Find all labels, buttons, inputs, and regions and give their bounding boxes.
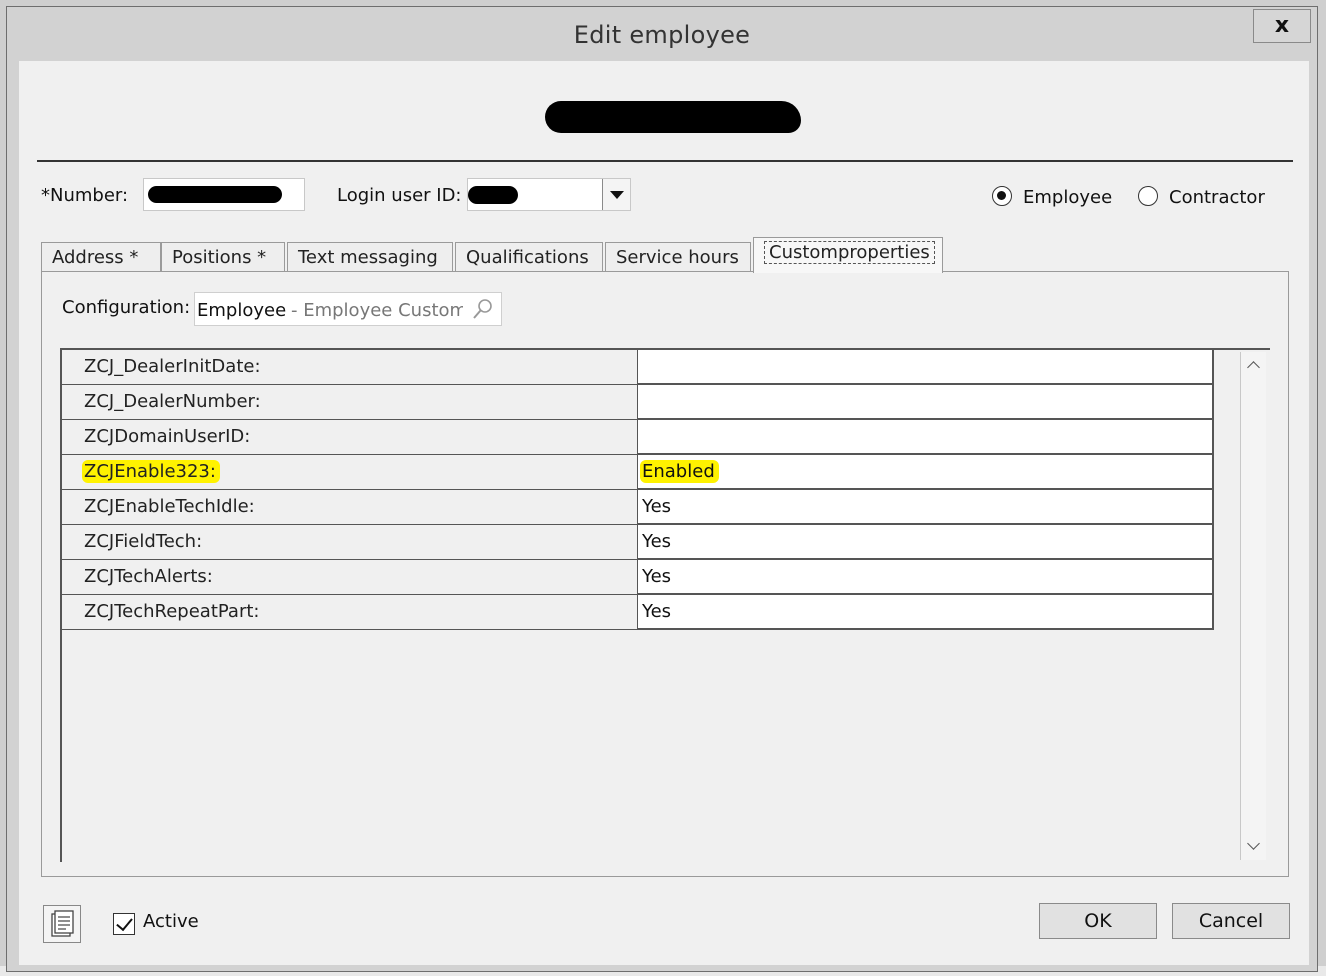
property-value[interactable] xyxy=(638,385,1214,420)
header-divider xyxy=(37,160,1293,162)
scroll-up-button[interactable] xyxy=(1241,354,1266,376)
dialog-client-area: *Number: Login user ID: Employee Contrac… xyxy=(19,61,1309,965)
property-name: ZCJTechRepeatPart: xyxy=(62,595,638,630)
dropdown-button[interactable] xyxy=(602,179,630,210)
redacted-login-id xyxy=(468,186,518,204)
property-name: ZCJTechAlerts: xyxy=(62,560,638,595)
cancel-button[interactable]: Cancel xyxy=(1172,903,1290,939)
table-row[interactable]: ZCJEnable323: Enabled xyxy=(62,455,1214,490)
ok-button[interactable]: OK xyxy=(1039,903,1157,939)
checkmark-icon xyxy=(116,913,133,932)
chevron-down-icon xyxy=(1247,837,1260,850)
employee-radio-label[interactable]: Employee xyxy=(1023,187,1112,208)
notes-button[interactable] xyxy=(43,905,81,943)
scroll-down-button[interactable] xyxy=(1241,836,1266,858)
property-value[interactable]: Yes xyxy=(638,490,1214,525)
active-checkbox[interactable] xyxy=(113,913,135,935)
tab-custom-properties[interactable]: Customproperties xyxy=(753,237,943,273)
chevron-up-icon xyxy=(1247,361,1260,374)
contractor-radio-label[interactable]: Contractor xyxy=(1169,187,1265,208)
tab-qualifications[interactable]: Qualifications xyxy=(455,242,603,272)
tab-custom-properties-label: Customproperties xyxy=(764,241,935,264)
configuration-value: Employee xyxy=(197,300,287,321)
tab-service-hours[interactable]: Service hours xyxy=(605,242,751,272)
redacted-number xyxy=(148,186,282,203)
configuration-field[interactable]: Employee - Employee Custom Pr xyxy=(194,292,502,326)
highlighted-property-value: Enabled xyxy=(640,460,719,483)
number-input[interactable] xyxy=(143,178,305,211)
document-icon xyxy=(51,910,74,937)
redacted-employee-name xyxy=(545,101,801,133)
table-row[interactable]: ZCJTechAlerts: Yes xyxy=(62,560,1214,595)
property-value-highlighted[interactable]: Enabled xyxy=(638,455,1214,490)
table-row[interactable]: ZCJFieldTech: Yes xyxy=(62,525,1214,560)
vertical-scrollbar[interactable] xyxy=(1240,352,1266,860)
close-button[interactable]: x xyxy=(1253,9,1311,43)
login-user-id-dropdown[interactable] xyxy=(467,178,631,211)
title-bar[interactable]: Edit employee x xyxy=(7,7,1317,61)
search-icon[interactable] xyxy=(471,297,495,321)
property-value[interactable]: Yes xyxy=(638,525,1214,560)
tab-positions[interactable]: Positions * xyxy=(161,242,285,272)
tab-text-messaging[interactable]: Text messaging xyxy=(287,242,453,272)
property-name-highlighted: ZCJEnable323: xyxy=(62,455,638,490)
highlighted-property-name: ZCJEnable323: xyxy=(82,460,220,483)
tab-address[interactable]: Address * xyxy=(41,242,161,272)
property-name: ZCJ_DealerNumber: xyxy=(62,385,638,420)
configuration-label: Configuration: xyxy=(62,297,191,318)
contractor-radio[interactable] xyxy=(1138,186,1158,206)
property-value[interactable] xyxy=(638,420,1214,455)
active-label[interactable]: Active xyxy=(143,911,199,932)
property-name: ZCJEnableTechIdle: xyxy=(62,490,638,525)
property-name: ZCJ_DealerInitDate: xyxy=(62,350,638,385)
login-user-id-label: Login user ID: xyxy=(337,185,462,206)
property-name: ZCJDomainUserID: xyxy=(62,420,638,455)
edit-employee-dialog: Edit employee x *Number: Login user ID: … xyxy=(6,6,1318,972)
table-row[interactable]: ZCJTechRepeatPart: Yes xyxy=(62,595,1214,630)
custom-properties-panel: Configuration: Employee - Employee Custo… xyxy=(41,271,1289,877)
property-name: ZCJFieldTech: xyxy=(62,525,638,560)
radio-selected-dot xyxy=(997,191,1006,200)
table-row[interactable]: ZCJ_DealerInitDate: xyxy=(62,350,1214,385)
table-row[interactable]: ZCJ_DealerNumber: xyxy=(62,385,1214,420)
property-value[interactable]: Yes xyxy=(638,560,1214,595)
table-row[interactable]: ZCJDomainUserID: xyxy=(62,420,1214,455)
chevron-down-icon xyxy=(610,191,624,199)
table-row[interactable]: ZCJEnableTechIdle: Yes xyxy=(62,490,1214,525)
number-label: *Number: xyxy=(41,185,129,206)
employee-radio[interactable] xyxy=(992,186,1012,206)
custom-properties-grid: ZCJ_DealerInitDate: ZCJ_DealerNumber: ZC… xyxy=(60,348,1270,862)
configuration-detail: - Employee Custom Pr xyxy=(291,300,463,321)
property-value[interactable]: Yes xyxy=(638,595,1214,630)
property-value[interactable] xyxy=(638,350,1214,385)
dialog-title: Edit employee xyxy=(573,21,751,49)
